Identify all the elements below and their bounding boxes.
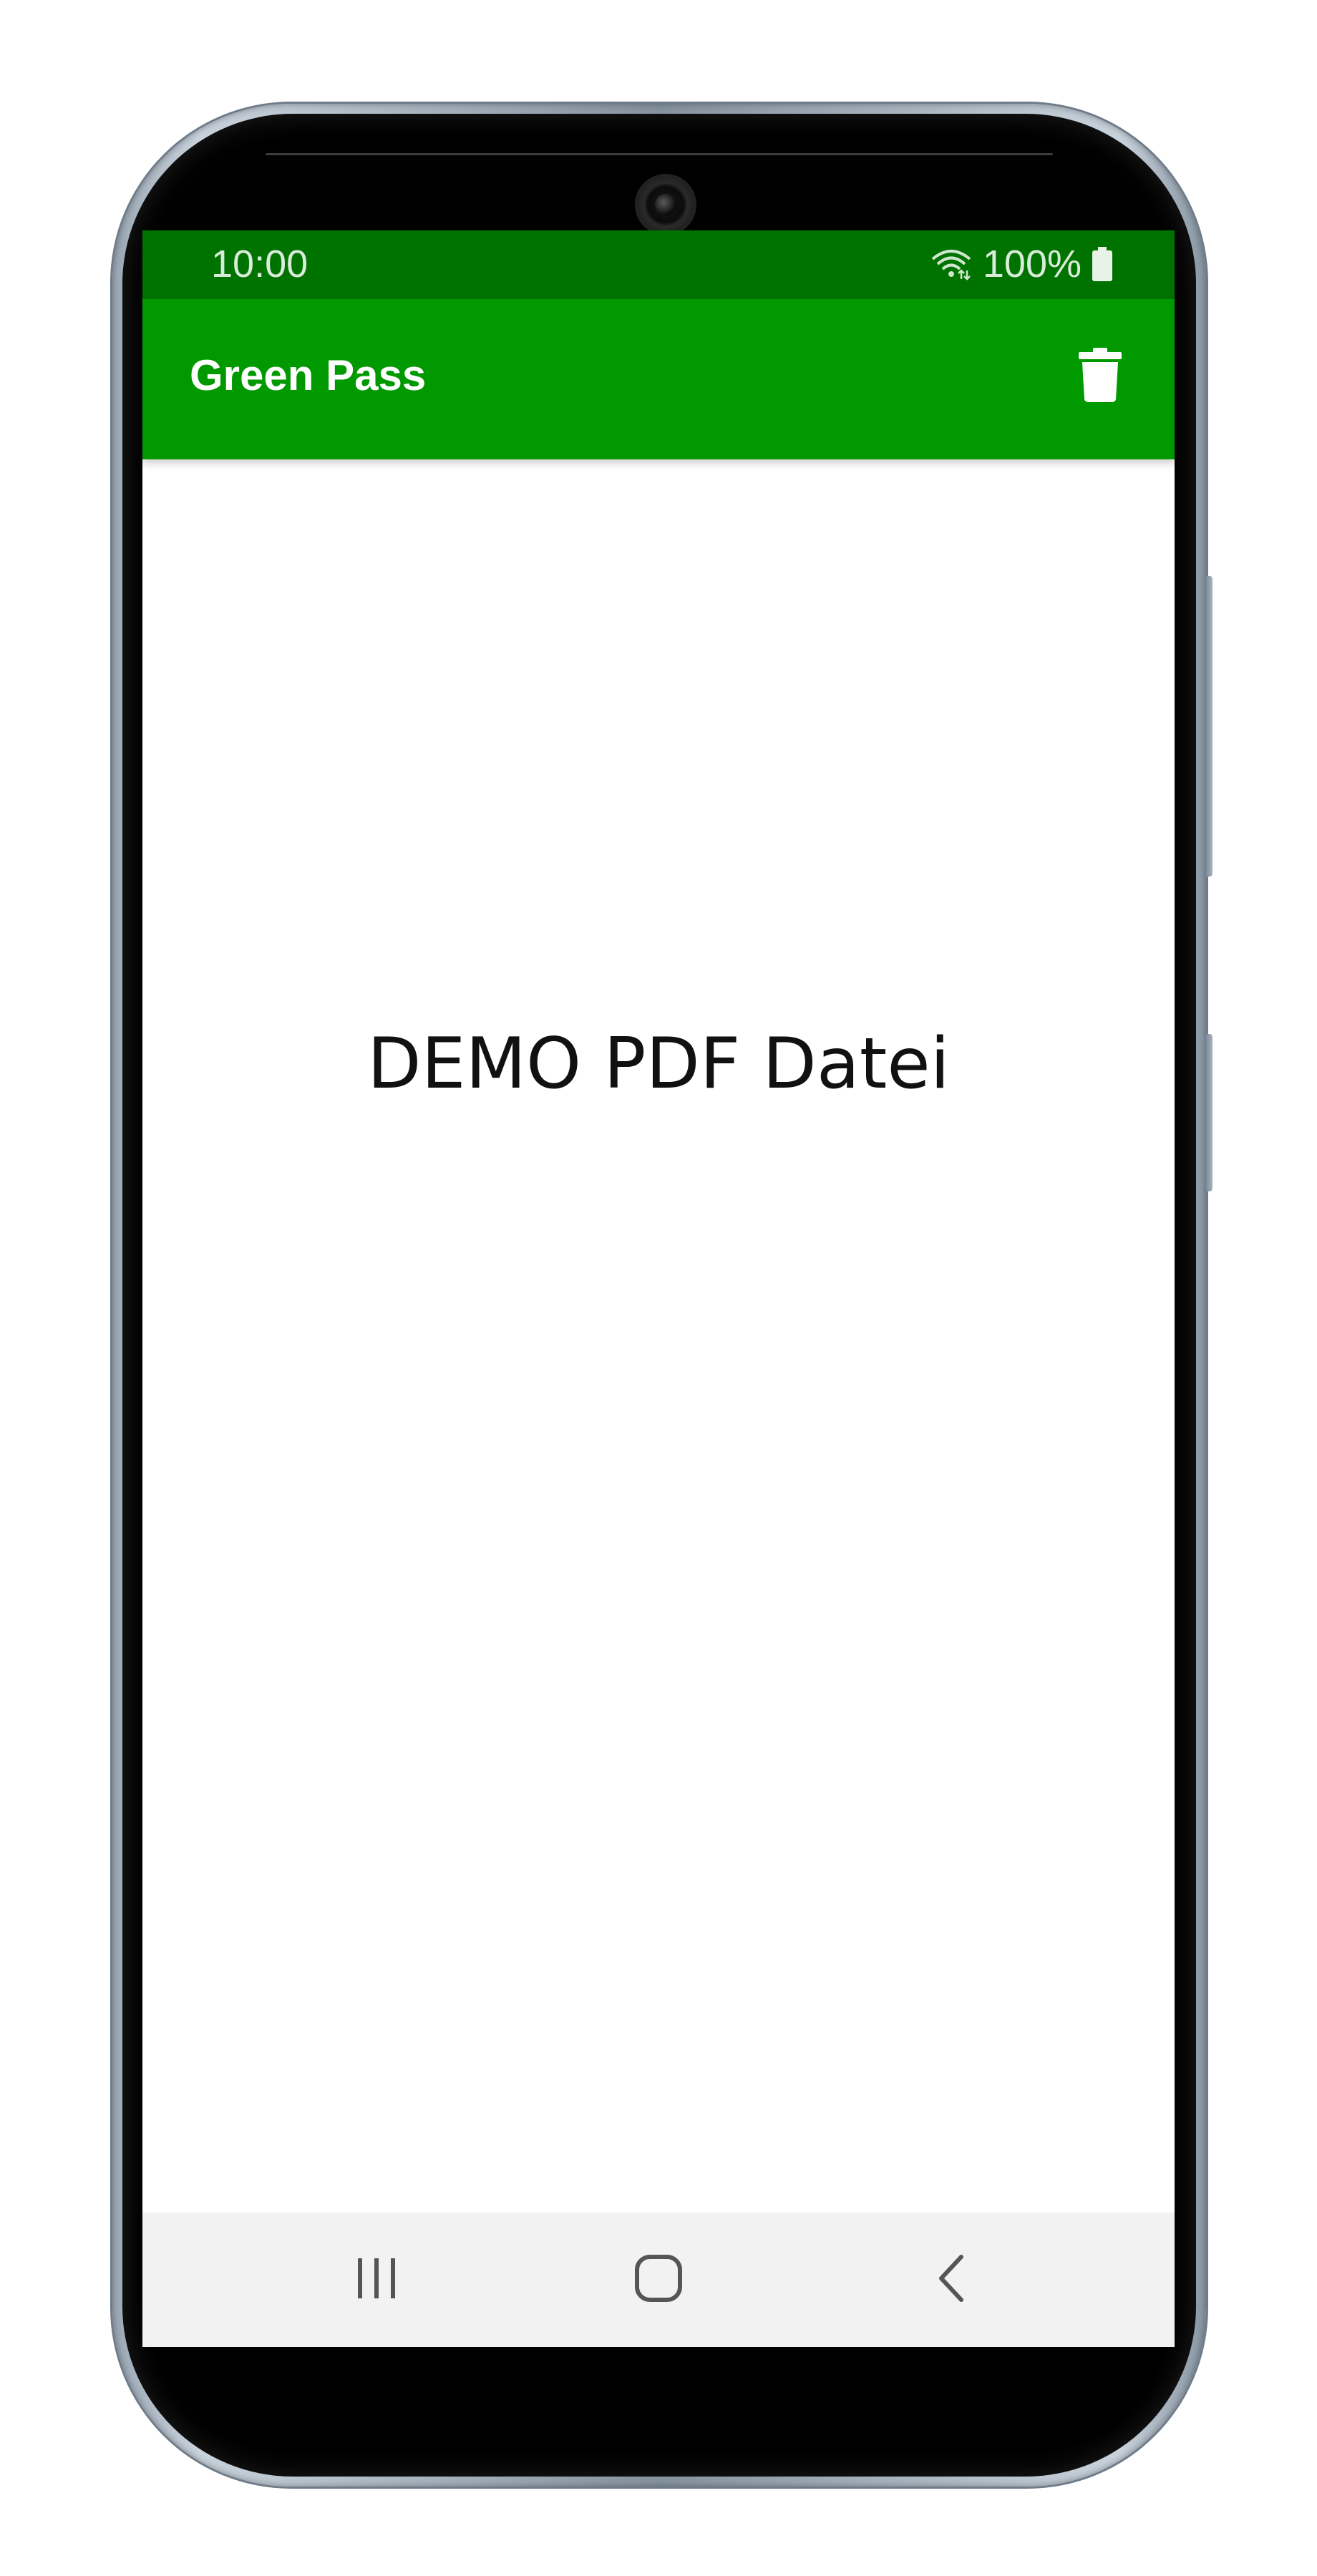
recent-apps-icon bbox=[354, 2257, 399, 2303]
document-text: DEMO PDF Datei bbox=[367, 1023, 950, 1105]
back-icon bbox=[935, 2254, 967, 2306]
status-bar: 10:00 100% bbox=[142, 230, 1175, 299]
battery-percent: 100% bbox=[982, 243, 1082, 286]
pdf-viewer[interactable]: DEMO PDF Datei bbox=[142, 459, 1175, 2212]
navigation-bar bbox=[142, 2212, 1175, 2347]
speaker-grille bbox=[266, 153, 1053, 155]
status-time: 10:00 bbox=[211, 243, 308, 286]
recent-apps-button[interactable] bbox=[341, 2244, 412, 2316]
app-title: Green Pass bbox=[190, 351, 427, 399]
power-button bbox=[1206, 1034, 1212, 1191]
app-bar: Green Pass bbox=[142, 299, 1175, 459]
status-indicators: 100% bbox=[930, 242, 1113, 286]
delete-button[interactable] bbox=[1064, 341, 1136, 412]
front-camera bbox=[638, 177, 694, 233]
back-button[interactable] bbox=[915, 2244, 987, 2316]
phone-screen: 10:00 100% Green Pass DEMO PDF Datei bbox=[142, 230, 1175, 2347]
wifi-icon bbox=[930, 246, 973, 282]
trash-icon bbox=[1079, 348, 1122, 405]
home-icon bbox=[634, 2254, 683, 2306]
home-button[interactable] bbox=[623, 2244, 694, 2316]
volume-button bbox=[1206, 576, 1212, 877]
battery-full-icon bbox=[1092, 247, 1113, 281]
